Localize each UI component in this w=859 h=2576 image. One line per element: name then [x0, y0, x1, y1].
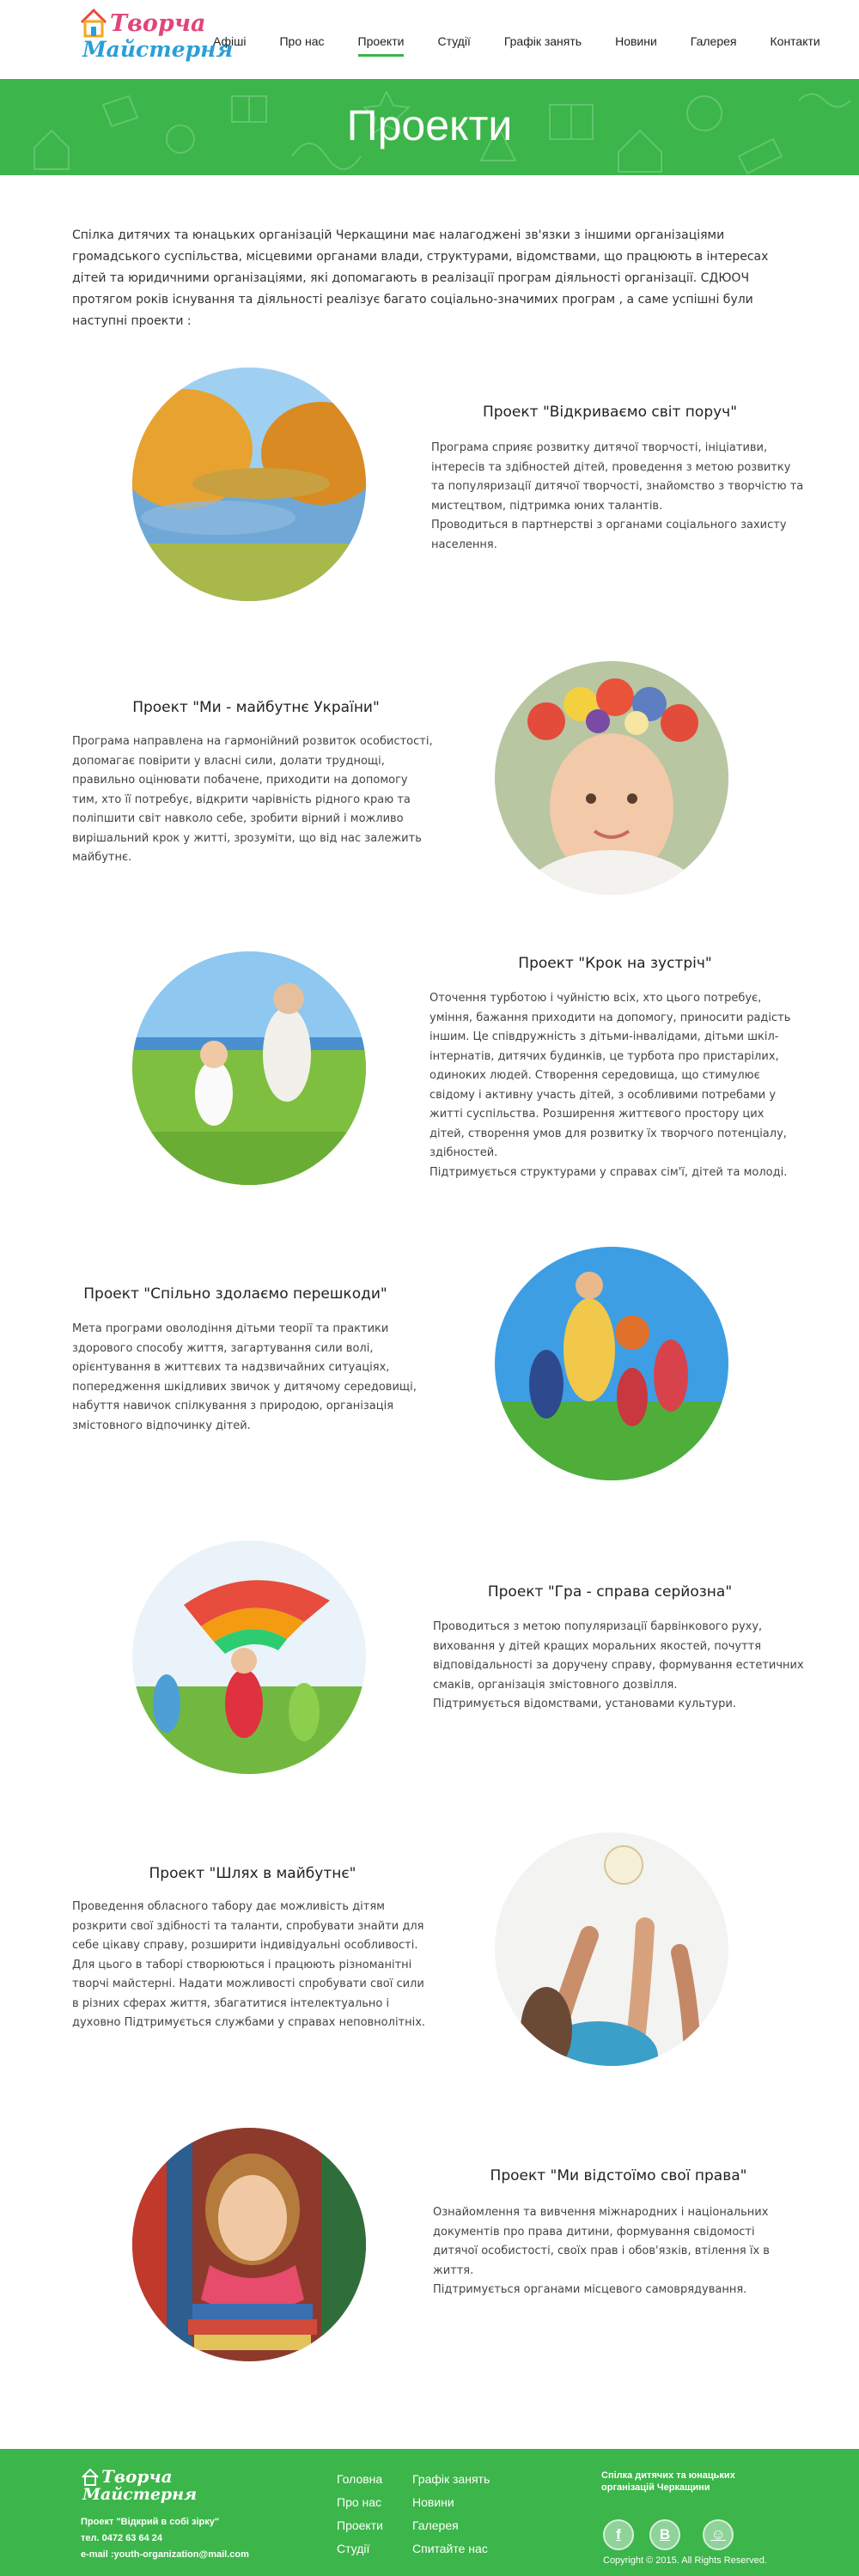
project-paragraph: Програма направлена на гармонійний розви… — [72, 735, 433, 864]
project-paragraph: Програма сприяє розвитку дитячої творчос… — [431, 441, 804, 513]
project-description: Проведення обласного табору дає можливіс… — [72, 1898, 433, 2033]
project-image-kite — [132, 1540, 366, 1774]
page-banner: Проекти — [0, 79, 859, 175]
project-description: Проводиться з метою популяризації барвін… — [433, 1618, 804, 1715]
project-title: Проект "Крок на зустріч" — [518, 955, 712, 972]
footer-email[interactable]: e-mail :youth-organization@mail.com — [81, 2547, 249, 2563]
nav-item-about[interactable]: Про нас — [279, 34, 324, 48]
nav-item-projects[interactable]: Проекти — [357, 34, 404, 57]
project-title: Проект "Шлях в майбутнє" — [149, 1865, 356, 1882]
footer-link-gallery[interactable]: Галерея — [412, 2514, 490, 2537]
project-paragraph: Проводиться в партнерстві з органами соц… — [431, 519, 787, 551]
project-image-volleyball — [495, 1832, 728, 2066]
project-paragraph: Оточення турботою і чуйністю всіх, хто ц… — [430, 992, 791, 1159]
facebook-icon[interactable]: f — [603, 2519, 634, 2550]
project-description: Оточення турботою і чуйністю всіх, хто ц… — [430, 989, 802, 1182]
footer-nav-col-1: Головна Про нас Проекти Студії — [337, 2468, 383, 2561]
project-paragraph: Мета програми оволодіння дітьми теорії т… — [72, 1322, 417, 1432]
project-image-girl-books — [132, 2128, 366, 2361]
site-header: Творча Майстерня Афіші Про нас Проекти С… — [0, 0, 859, 79]
footer-link-studios[interactable]: Студії — [337, 2537, 383, 2561]
nav-item-posters[interactable]: Афіші — [213, 34, 246, 48]
footer-logo-line-1: Творча — [101, 2466, 173, 2487]
house-icon — [80, 8, 107, 38]
footer-link-home[interactable]: Головна — [337, 2468, 383, 2491]
odnoklassniki-icon[interactable]: ☺ — [703, 2519, 734, 2550]
project-title: Проект "Ми - майбутнє України" — [132, 699, 380, 716]
project-image-mother-child — [132, 951, 366, 1185]
project-title: Проект "Спільно здолаємо перешкоди" — [83, 1285, 387, 1303]
footer-logo-line-2: Майстерня — [82, 2485, 198, 2504]
footer-link-schedule[interactable]: Графік занять — [412, 2468, 490, 2491]
project-paragraph: Підтримується структурами у справах сім'… — [430, 1165, 788, 1179]
project-title: Проект "Ми відстоїмо свої права" — [490, 2167, 747, 2184]
footer-logo[interactable]: Творча Майстерня — [81, 2466, 197, 2507]
main-nav: Афіші Про нас Проекти Студії Графік заня… — [213, 34, 820, 57]
footer-phone: тел. 0472 63 64 24 — [81, 2533, 162, 2543]
footer-organization: Спілка дитячих та юнацьких організацій Ч… — [601, 2470, 735, 2493]
copyright: Copyright © 2015. All Rights Reserved. — [603, 2555, 767, 2566]
footer-contact: Проект "Відкрий в собі зірку" тел. 0472 … — [81, 2514, 249, 2563]
nav-item-contacts[interactable]: Контакти — [771, 34, 820, 48]
project-paragraph: Підтримується органами місцевого самовря… — [433, 2283, 747, 2296]
project-title: Проект "Відкриваємо світ поруч" — [482, 404, 738, 421]
logo-line-2: Майстерня — [82, 37, 234, 62]
project-description: Програма сприяє розвитку дитячої творчос… — [431, 439, 806, 555]
footer-link-projects[interactable]: Проекти — [337, 2514, 383, 2537]
footer-link-ask-us[interactable]: Спитайте нас — [412, 2537, 490, 2561]
site-footer: Творча Майстерня Проект "Відкрий в собі … — [0, 2449, 859, 2576]
project-paragraph: Проведення обласного табору дає можливіс… — [72, 1900, 426, 2029]
nav-item-news[interactable]: Новини — [615, 34, 657, 48]
project-image-kids-running — [495, 1247, 728, 1480]
project-paragraph: Проводиться з метою популяризації барвін… — [433, 1620, 804, 1692]
footer-link-about[interactable]: Про нас — [337, 2491, 383, 2514]
project-description: Мета програми оволодіння дітьми теорії т… — [72, 1320, 433, 1436]
logo-line-1: Творча — [110, 10, 206, 37]
project-title: Проект "Гра - справа серйозна" — [487, 1583, 733, 1601]
project-description: Ознайомлення та вивчення міжнародних і н… — [433, 2203, 802, 2300]
project-paragraph: Підтримується відомствами, установами ку… — [433, 1698, 736, 1710]
intro-text: Спілка дитячих та юнацьких організацій Ч… — [72, 228, 769, 328]
vkontakte-icon[interactable]: B — [649, 2519, 680, 2550]
nav-item-gallery[interactable]: Галерея — [691, 34, 737, 48]
project-image-autumn-lake — [132, 368, 366, 601]
house-icon — [82, 2468, 99, 2486]
project-description: Програма направлена на гармонійний розви… — [72, 732, 433, 868]
nav-item-studios[interactable]: Студії — [437, 34, 470, 48]
project-paragraph: Ознайомлення та вивчення міжнародних і н… — [433, 2206, 770, 2277]
page-title: Проекти — [346, 101, 513, 149]
project-image-child-wreath — [495, 661, 728, 895]
footer-link-news[interactable]: Новини — [412, 2491, 490, 2514]
footer-project-line: Проект "Відкрий в собі зірку" — [81, 2517, 220, 2527]
footer-nav-col-2: Графік занять Новини Галерея Спитайте на… — [412, 2468, 490, 2561]
nav-item-schedule[interactable]: Графік занять — [504, 34, 582, 48]
site-logo[interactable]: Творча Майстерня — [79, 7, 233, 67]
